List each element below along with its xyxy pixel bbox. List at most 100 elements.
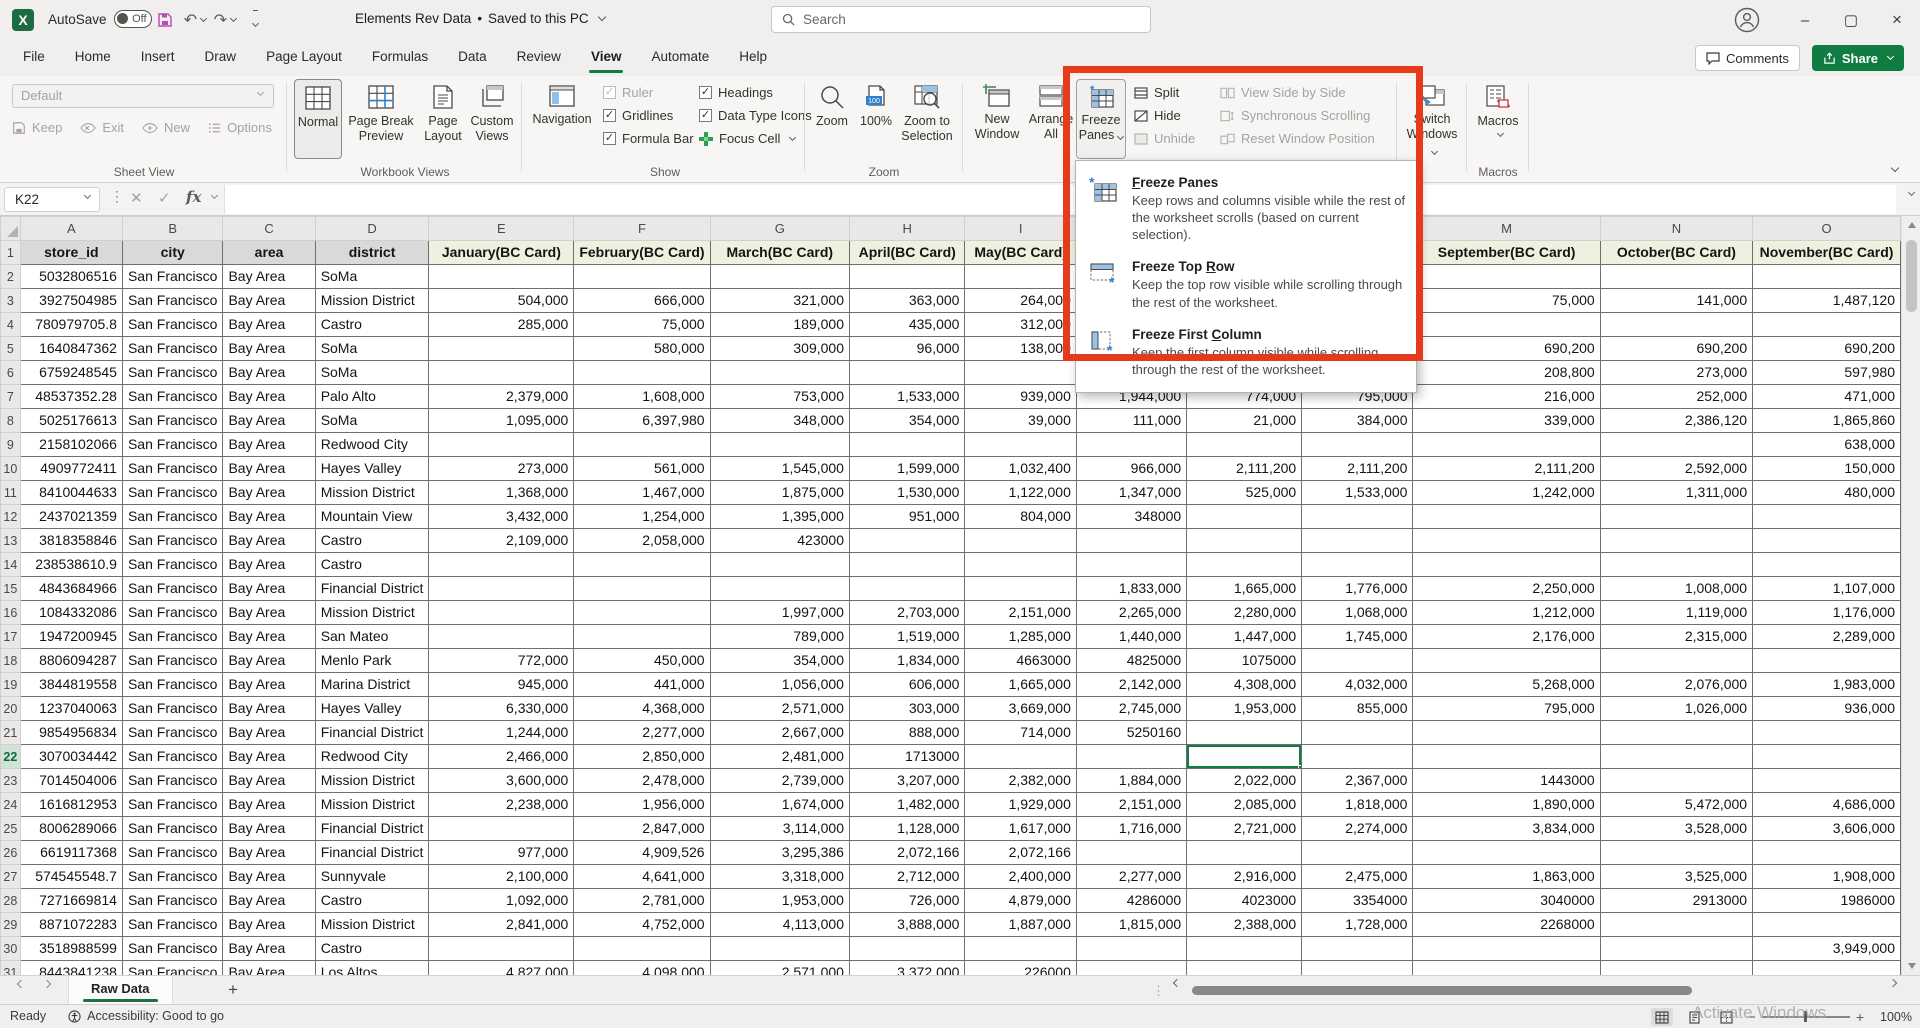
cell-N21[interactable]: [1600, 721, 1752, 745]
cell-C18[interactable]: Bay Area: [223, 649, 315, 673]
cell-B5[interactable]: San Francisco: [122, 337, 222, 361]
cell-N5[interactable]: 690,200: [1600, 337, 1752, 361]
cell-L30[interactable]: [1302, 937, 1413, 961]
cell-O11[interactable]: 480,000: [1753, 481, 1901, 505]
cell-J25[interactable]: 1,716,000: [1076, 817, 1186, 841]
cell-J10[interactable]: 966,000: [1076, 457, 1186, 481]
column-header-E[interactable]: E: [429, 217, 574, 241]
cell-D9[interactable]: Redwood City: [315, 433, 429, 457]
macros-button[interactable]: Macros: [1472, 79, 1524, 159]
zoom-slider-handle[interactable]: [1804, 1011, 1808, 1022]
cell-O30[interactable]: 3,949,000: [1753, 937, 1901, 961]
cell-E17[interactable]: [429, 625, 574, 649]
cell-G24[interactable]: 1,674,000: [710, 793, 849, 817]
cell-C8[interactable]: Bay Area: [223, 409, 315, 433]
cell-N26[interactable]: [1600, 841, 1752, 865]
row-header-9[interactable]: 9: [1, 433, 21, 457]
accessibility-status[interactable]: Accessibility: Good to go: [68, 1009, 224, 1023]
cell-B4[interactable]: San Francisco: [122, 313, 222, 337]
cell-G23[interactable]: 2,739,000: [710, 769, 849, 793]
row-header-13[interactable]: 13: [1, 529, 21, 553]
cell-K25[interactable]: 2,721,000: [1187, 817, 1302, 841]
cell-I27[interactable]: 2,400,000: [965, 865, 1076, 889]
cell-H21[interactable]: 888,000: [849, 721, 964, 745]
cell-K29[interactable]: 2,388,000: [1187, 913, 1302, 937]
cell-A1[interactable]: store_id: [20, 241, 122, 265]
cell-L16[interactable]: 1,068,000: [1302, 601, 1413, 625]
cell-I4[interactable]: 312,000: [965, 313, 1076, 337]
cell-A25[interactable]: 8006289066: [20, 817, 122, 841]
sheet-tab-raw-data[interactable]: Raw Data: [68, 976, 173, 1004]
cell-H31[interactable]: 3,372,000: [849, 961, 964, 976]
menu-item-freeze-top-row[interactable]: *Freeze Top RowKeep the top row visible …: [1076, 251, 1416, 318]
cell-B25[interactable]: San Francisco: [122, 817, 222, 841]
cell-H10[interactable]: 1,599,000: [849, 457, 964, 481]
cell-A23[interactable]: 7014504006: [20, 769, 122, 793]
cell-K18[interactable]: 1075000: [1187, 649, 1302, 673]
zoom-percentage[interactable]: 100%: [1874, 1010, 1912, 1024]
cell-H5[interactable]: 96,000: [849, 337, 964, 361]
customize-toolbar-button[interactable]: [240, 8, 270, 32]
cell-E25[interactable]: [429, 817, 574, 841]
cell-F8[interactable]: 6,397,980: [574, 409, 710, 433]
cell-B14[interactable]: San Francisco: [122, 553, 222, 577]
cell-M9[interactable]: [1413, 433, 1600, 457]
cell-C9[interactable]: Bay Area: [223, 433, 315, 457]
cell-C6[interactable]: Bay Area: [223, 361, 315, 385]
cell-G30[interactable]: [710, 937, 849, 961]
cell-N4[interactable]: [1600, 313, 1752, 337]
cell-G18[interactable]: 354,000: [710, 649, 849, 673]
cell-E8[interactable]: 1,095,000: [429, 409, 574, 433]
cell-F25[interactable]: 2,847,000: [574, 817, 710, 841]
cell-K15[interactable]: 1,665,000: [1187, 577, 1302, 601]
cell-M10[interactable]: 2,111,200: [1413, 457, 1600, 481]
cell-N6[interactable]: 273,000: [1600, 361, 1752, 385]
row-header-18[interactable]: 18: [1, 649, 21, 673]
cell-L13[interactable]: [1302, 529, 1413, 553]
cell-I25[interactable]: 1,617,000: [965, 817, 1076, 841]
ribbon-tab-data[interactable]: Data: [443, 40, 502, 76]
zoom-slider-track[interactable]: [1762, 1016, 1850, 1018]
cell-C11[interactable]: Bay Area: [223, 481, 315, 505]
cell-B31[interactable]: San Francisco: [122, 961, 222, 976]
cell-O8[interactable]: 1,865,860: [1753, 409, 1901, 433]
cell-D12[interactable]: Mountain View: [315, 505, 429, 529]
cell-N28[interactable]: 2913000: [1600, 889, 1752, 913]
cell-E14[interactable]: [429, 553, 574, 577]
cell-J15[interactable]: 1,833,000: [1076, 577, 1186, 601]
cell-D29[interactable]: Mission District: [315, 913, 429, 937]
cell-I1[interactable]: May(BC Card): [965, 241, 1076, 265]
column-header-C[interactable]: C: [223, 217, 315, 241]
ribbon-tab-insert[interactable]: Insert: [126, 40, 190, 76]
cell-A4[interactable]: 780979705.8: [20, 313, 122, 337]
cell-B2[interactable]: San Francisco: [122, 265, 222, 289]
vertical-scrollbar-thumb[interactable]: [1906, 240, 1917, 312]
cell-F22[interactable]: 2,850,000: [574, 745, 710, 769]
cell-J23[interactable]: 1,884,000: [1076, 769, 1186, 793]
cell-E30[interactable]: [429, 937, 574, 961]
cell-B23[interactable]: San Francisco: [122, 769, 222, 793]
cell-F9[interactable]: [574, 433, 710, 457]
cell-G8[interactable]: 348,000: [710, 409, 849, 433]
cell-G10[interactable]: 1,545,000: [710, 457, 849, 481]
page-break-status-button[interactable]: [1715, 1008, 1737, 1026]
cell-F1[interactable]: February(BC Card): [574, 241, 710, 265]
cell-H19[interactable]: 606,000: [849, 673, 964, 697]
cell-E16[interactable]: [429, 601, 574, 625]
vertical-scrollbar[interactable]: [1901, 216, 1920, 975]
cell-D30[interactable]: Castro: [315, 937, 429, 961]
cell-E18[interactable]: 772,000: [429, 649, 574, 673]
cell-K17[interactable]: 1,447,000: [1187, 625, 1302, 649]
row-header-1[interactable]: 1: [1, 241, 21, 265]
cell-G14[interactable]: [710, 553, 849, 577]
column-header-M[interactable]: M: [1413, 217, 1600, 241]
zoom-out-button[interactable]: −: [1747, 1009, 1756, 1026]
autosave-toggle[interactable]: Off: [114, 10, 152, 28]
cell-A22[interactable]: 3070034442: [20, 745, 122, 769]
cell-L20[interactable]: 855,000: [1302, 697, 1413, 721]
row-header-5[interactable]: 5: [1, 337, 21, 361]
cell-D1[interactable]: district: [315, 241, 429, 265]
cell-D19[interactable]: Marina District: [315, 673, 429, 697]
row-header-7[interactable]: 7: [1, 385, 21, 409]
cell-H20[interactable]: 303,000: [849, 697, 964, 721]
